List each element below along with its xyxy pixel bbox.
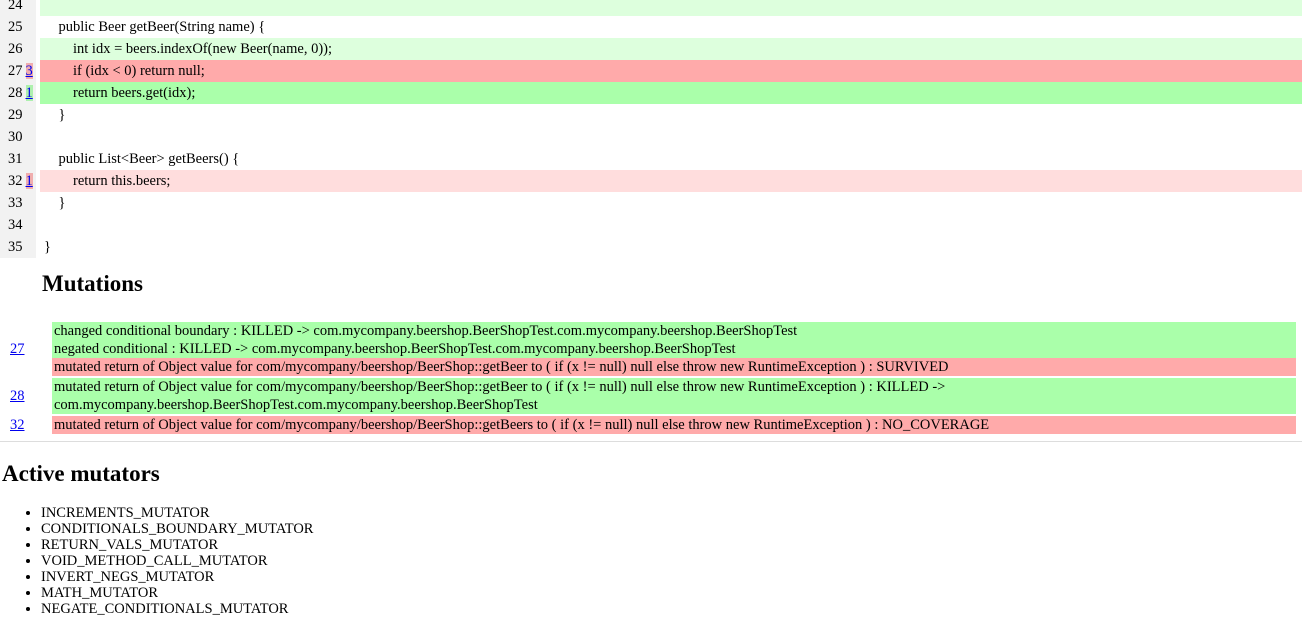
source-line-text: int idx = beers.indexOf(new Beer(name, 0… (40, 38, 1302, 60)
line-number: 29 (8, 107, 23, 123)
mutation-entry: mutated return of Object value for com/m… (52, 358, 1296, 376)
mutator-item: NEGATE_CONDITIONALS_MUTATOR (41, 601, 313, 617)
source-line-text: return beers.get(idx); (40, 82, 1302, 104)
line-number-cell: 28 1 (0, 82, 36, 104)
line-number-cell: 25 (0, 16, 36, 38)
line-number-cell: 27 3 (0, 60, 36, 82)
mutation-count-link[interactable]: 1 (25, 173, 33, 189)
source-code-table: 24 25 public Beer getBeer(String name) {2… (0, 0, 1302, 258)
line-number: 31 (8, 151, 23, 167)
mutation-line-cell: 32 (0, 416, 52, 434)
source-line-text: public Beer getBeer(String name) { (44, 19, 266, 35)
mutations-heading: Mutations (42, 271, 143, 296)
line-number-cell: 26 (0, 38, 36, 60)
mutations-body: 27 changed conditional boundary : KILLED … (0, 322, 1302, 434)
mutation-count-link[interactable]: 3 (25, 63, 33, 79)
section-divider (0, 441, 1302, 442)
line-number-cell: 33 (0, 192, 36, 214)
mutator-item: MATH_MUTATOR (41, 585, 313, 601)
line-number: 28 (8, 85, 23, 101)
code-line-row: 30 (0, 126, 1302, 148)
mutation-line-cell: 27 (0, 322, 52, 376)
line-number: 33 (8, 195, 23, 211)
mutation-count-link[interactable]: 1 (25, 85, 33, 101)
source-line-text: } (44, 239, 51, 255)
mutation-line-cell: 28 (0, 378, 52, 414)
mutation-entry: mutated return of Object value for com/m… (52, 378, 1296, 396)
mutations-table: 27 changed conditional boundary : KILLED … (0, 320, 1302, 436)
mutation-line-link[interactable]: 28 (10, 388, 25, 404)
mutator-item: VOID_METHOD_CALL_MUTATOR (41, 553, 313, 569)
line-number: 30 (8, 129, 23, 145)
source-code-body: 24 25 public Beer getBeer(String name) {2… (0, 0, 1302, 258)
mutation-group-row: 32 mutated return of Object value for com… (0, 416, 1302, 434)
mutation-description-cell: mutated return of Object value for com/m… (52, 416, 1302, 434)
code-line-row: 29 } (0, 104, 1302, 126)
code-line-row: 24 (0, 0, 1302, 16)
mutation-entry: negated conditional : KILLED -> com.myco… (52, 340, 1296, 358)
code-line-row: 27 3 if (idx < 0) return null; (0, 60, 1302, 82)
code-line-row: 33 } (0, 192, 1302, 214)
source-line-text (40, 126, 1302, 148)
mutation-line-link[interactable]: 32 (10, 417, 25, 433)
line-number: 27 (8, 63, 23, 79)
code-line-row: 26 int idx = beers.indexOf(new Beer(name… (0, 38, 1302, 60)
line-number-cell: 30 (0, 126, 36, 148)
code-line-row: 32 1 return this.beers; (0, 170, 1302, 192)
line-number-cell: 29 (0, 104, 36, 126)
mutator-item: INCREMENTS_MUTATOR (41, 505, 313, 521)
code-line-row: 31 public List<Beer> getBeers() { (0, 148, 1302, 170)
mutator-item: INVERT_NEGS_MUTATOR (41, 569, 313, 585)
line-number: 24 (8, 0, 23, 13)
source-line-text (40, 214, 1302, 236)
mutation-group-row: 27 changed conditional boundary : KILLED … (0, 322, 1302, 376)
code-line-row: 25 public Beer getBeer(String name) { (0, 16, 1302, 38)
code-line-row: 35} (0, 236, 1302, 258)
mutator-item: RETURN_VALS_MUTATOR (41, 537, 313, 553)
source-line-text (40, 0, 1302, 16)
line-number: 26 (8, 41, 23, 57)
mutation-description-cell: changed conditional boundary : KILLED ->… (52, 322, 1302, 376)
line-number-cell: 31 (0, 148, 36, 170)
line-number: 32 (8, 173, 23, 189)
line-number-cell: 32 1 (0, 170, 36, 192)
line-number-cell: 34 (0, 214, 36, 236)
line-number: 25 (8, 19, 23, 35)
active-mutators-heading: Active mutators (2, 461, 160, 486)
line-number: 35 (8, 239, 23, 255)
mutator-item: CONDITIONALS_BOUNDARY_MUTATOR (41, 521, 313, 537)
source-line-text: if (idx < 0) return null; (40, 60, 1302, 82)
source-line-text: } (44, 195, 66, 211)
mutation-entry: changed conditional boundary : KILLED ->… (52, 322, 1296, 340)
mutation-entry: com.mycompany.beershop.BeerShopTest.com.… (52, 396, 1296, 414)
mutation-line-link[interactable]: 27 (10, 341, 25, 357)
code-line-row: 34 (0, 214, 1302, 236)
mutation-group-row: 28 mutated return of Object value for com… (0, 378, 1302, 414)
line-number: 34 (8, 217, 23, 233)
active-mutators-list: INCREMENTS_MUTATORCONDITIONALS_BOUNDARY_… (0, 505, 313, 617)
source-line-text: return this.beers; (40, 170, 1302, 192)
code-line-row: 28 1 return beers.get(idx); (0, 82, 1302, 104)
mutation-entry: mutated return of Object value for com/m… (52, 416, 1296, 434)
mutation-description-cell: mutated return of Object value for com/m… (52, 378, 1302, 414)
line-number-cell: 24 (0, 0, 36, 16)
line-number-cell: 35 (0, 236, 36, 258)
source-line-text: public List<Beer> getBeers() { (44, 151, 240, 167)
source-line-text: } (44, 107, 66, 123)
